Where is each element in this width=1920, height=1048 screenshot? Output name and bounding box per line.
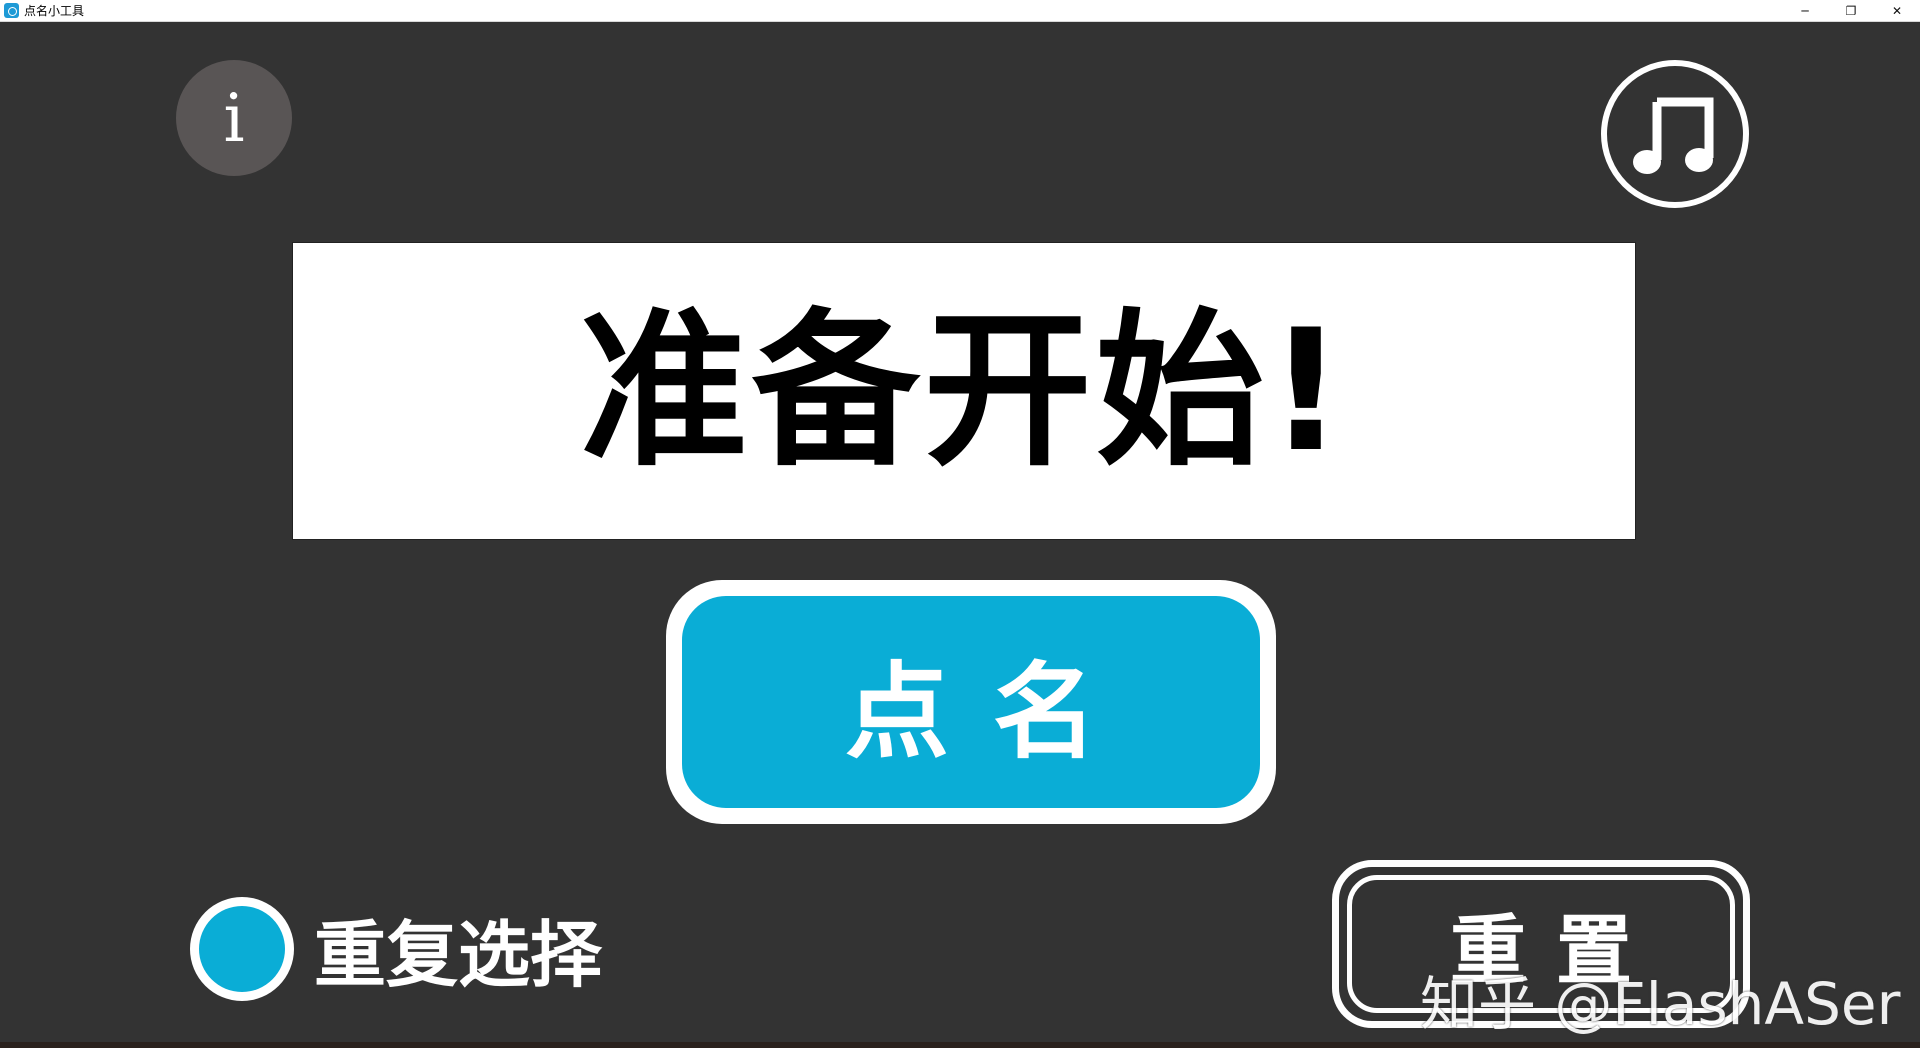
main-stage: i 准备开始! 点名 重复选择 重置 知乎 @FlashASer — [0, 22, 1920, 1042]
call-button-label: 点名 — [844, 650, 1141, 773]
call-button[interactable]: 点名 — [666, 580, 1276, 824]
name-display: 准备开始! — [292, 242, 1636, 540]
title-bar: 点名小工具 ─ ❐ ✕ — [0, 0, 1920, 22]
repeat-label: 重复选择 — [314, 913, 603, 997]
music-button[interactable] — [1601, 60, 1749, 208]
watermark: 知乎 @FlashASer — [1420, 970, 1901, 1038]
window-title: 点名小工具 — [24, 4, 85, 18]
restore-button[interactable]: ❐ — [1828, 0, 1874, 22]
minimize-button[interactable]: ─ — [1782, 0, 1828, 22]
repeat-radio[interactable] — [190, 896, 294, 1001]
repeat-radio-dot — [199, 905, 285, 992]
taskbar-edge — [0, 1042, 1920, 1048]
info-button[interactable]: i — [176, 60, 292, 176]
window-controls: ─ ❐ ✕ — [1782, 0, 1920, 22]
music-note-icon — [1633, 97, 1714, 174]
call-button-face: 点名 — [682, 596, 1260, 808]
repeat-select-toggle[interactable]: 重复选择 — [190, 896, 602, 1001]
app-icon — [4, 3, 19, 18]
info-icon: i — [223, 79, 245, 157]
close-button[interactable]: ✕ — [1874, 0, 1920, 22]
display-text: 准备开始! — [579, 293, 1349, 489]
